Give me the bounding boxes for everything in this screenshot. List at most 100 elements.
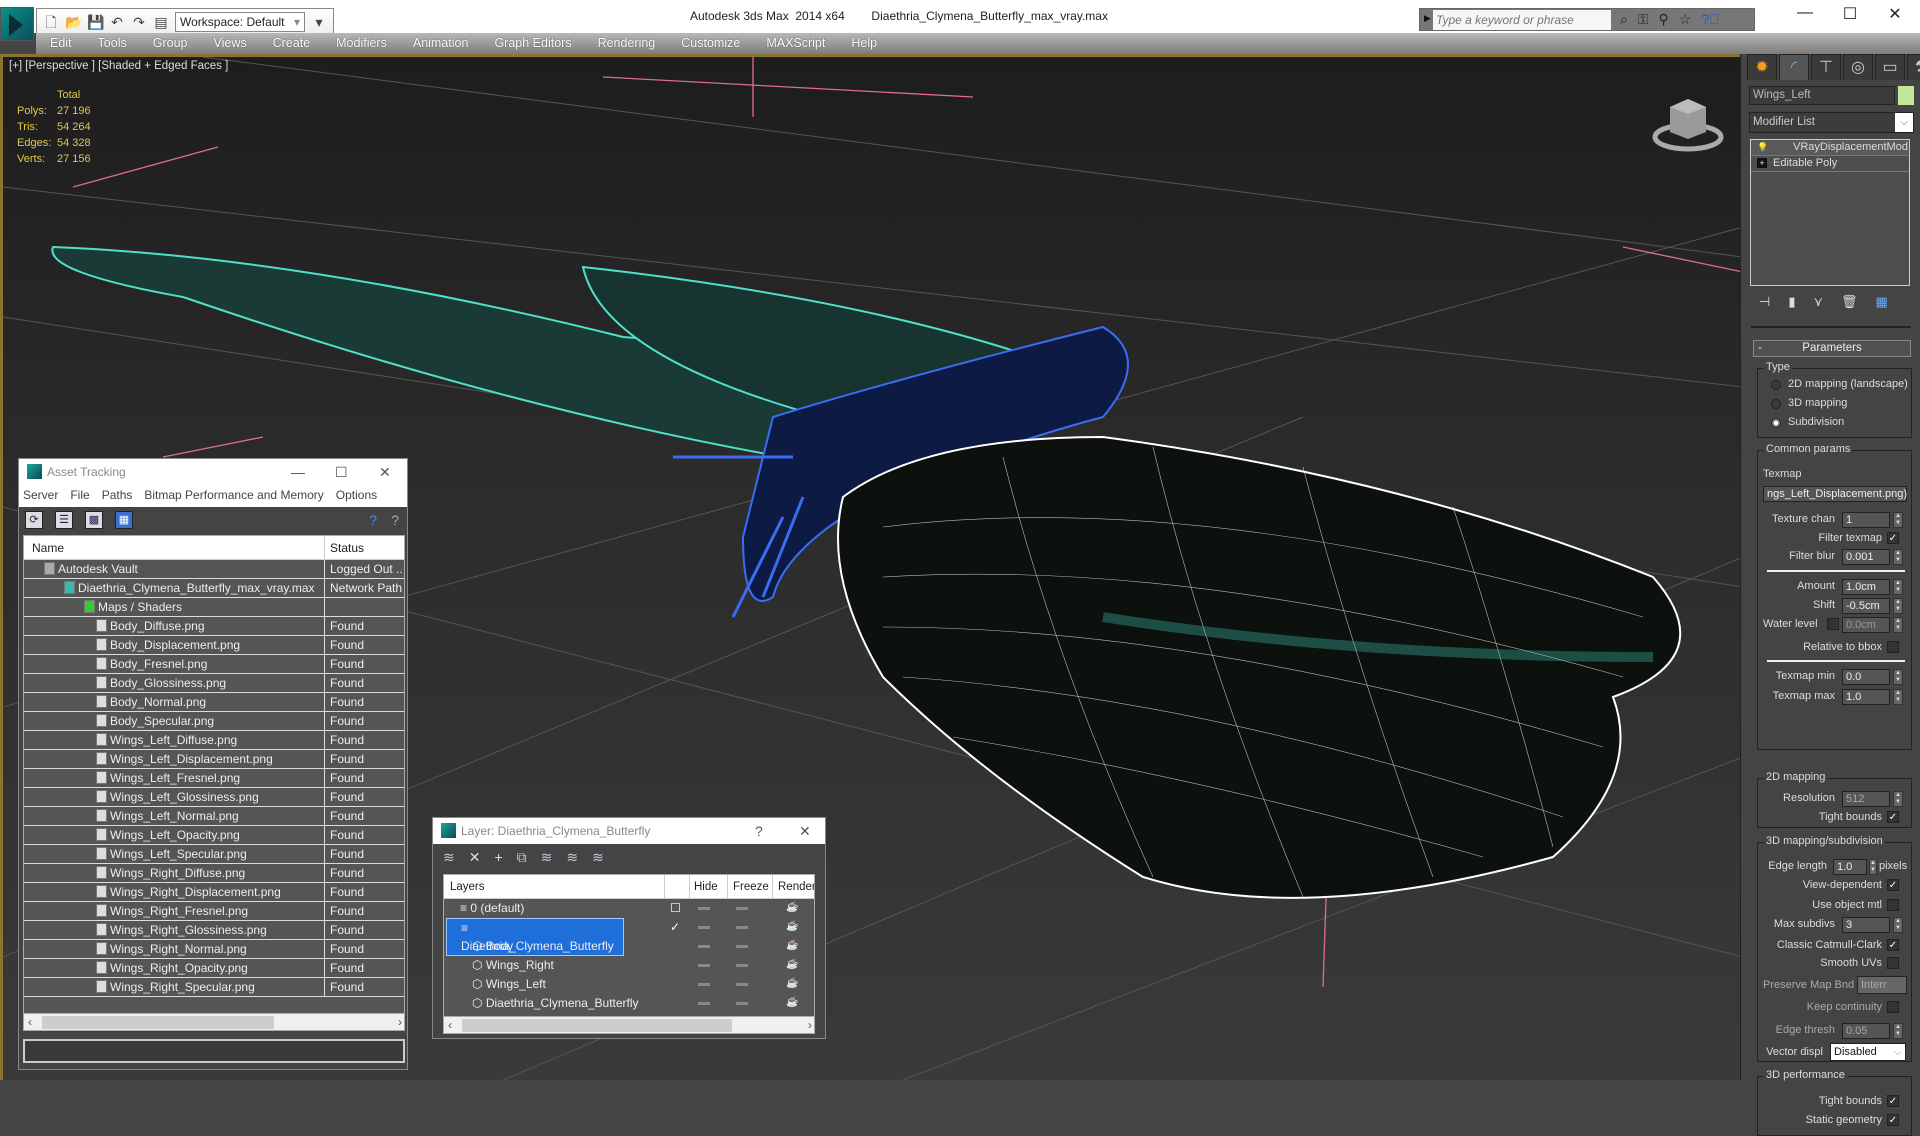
menu-customize[interactable]: Customize (667, 33, 752, 54)
menu-bitmap-performance[interactable]: Bitmap Performance and Memory (144, 485, 323, 507)
show-end-result-icon[interactable]: ▮ (1788, 294, 1795, 310)
column-hide[interactable]: Hide (689, 875, 727, 899)
menu-file[interactable]: File (70, 485, 89, 507)
scroll-left-icon[interactable]: ‹ (28, 1014, 32, 1030)
render-teapot-icon[interactable]: ☕ (786, 994, 798, 1012)
table-row[interactable]: Body_Specular.png Found (24, 712, 404, 731)
vector-displ-dropdown[interactable]: Disabled ⌵ (1830, 1043, 1906, 1061)
freeze-toggle[interactable] (736, 945, 748, 948)
column-name[interactable]: Name (24, 541, 64, 555)
table-row[interactable]: Wings_Right_Fresnel.png Found (24, 902, 404, 921)
water-level-field[interactable]: 0.0cm (1842, 617, 1890, 633)
shift-field[interactable]: -0.5cm (1842, 598, 1890, 614)
scroll-thumb[interactable] (42, 1016, 274, 1029)
radio-subdivision[interactable] (1771, 418, 1781, 428)
object-name-field[interactable]: Wings_Left (1749, 86, 1895, 105)
scroll-left-icon[interactable]: ‹ (448, 1017, 452, 1033)
help-button[interactable]: ? (755, 818, 763, 844)
expand-arrow-icon[interactable]: ▶ (1424, 13, 1431, 24)
menu-animation[interactable]: Animation (399, 33, 481, 54)
table-row[interactable]: Wings_Left_Fresnel.png Found (24, 769, 404, 788)
modifier-list-dropdown[interactable]: Modifier List ⌵ (1749, 112, 1914, 133)
texture-chan-field[interactable]: 1 (1842, 512, 1890, 528)
table-row[interactable]: Wings_Left_Diffuse.png Found (24, 731, 404, 750)
use-object-mtl-checkbox[interactable] (1887, 899, 1899, 911)
render-teapot-icon[interactable]: ☕ (786, 918, 798, 936)
table-row[interactable]: Wings_Left_Specular.png Found (24, 845, 404, 864)
redo-icon[interactable]: ↷ (131, 14, 147, 30)
layer-row[interactable]: ≡ 0 (default) ☐ ☕ (444, 899, 814, 918)
edge-thresh-field[interactable]: 0.05 (1842, 1023, 1890, 1039)
stack-item[interactable]: + Editable Poly (1751, 156, 1909, 172)
table-row[interactable]: Wings_Left_Glossiness.png Found (24, 788, 404, 807)
spinner[interactable]: ▲ ▼ (1893, 617, 1903, 633)
table-row[interactable]: Wings_Right_Displacement.png Found (24, 883, 404, 902)
maximize-button[interactable]: ☐ (1835, 4, 1865, 24)
edge-length-field[interactable]: 1.0 (1833, 859, 1867, 875)
column-layers[interactable]: Layers (450, 875, 485, 899)
column-status[interactable]: Status (324, 536, 404, 559)
freeze-toggle[interactable] (736, 983, 748, 986)
render-teapot-icon[interactable]: ☕ (786, 899, 798, 917)
texmap-button[interactable]: ngs_Left_Displacement.png) (1763, 486, 1907, 502)
modify-tab-icon[interactable]: ◜ (1779, 54, 1809, 80)
column-render[interactable]: Render (772, 875, 814, 899)
object-row[interactable]: ⬡ Wings_Left ☕ (444, 975, 814, 994)
spinner[interactable]: ▲ ▼ (1893, 689, 1903, 705)
menu-rendering[interactable]: Rendering (584, 33, 668, 54)
texmap-min-field[interactable]: 0.0 (1842, 669, 1890, 685)
spinner[interactable]: ▲ ▼ (1893, 791, 1903, 807)
undo-icon[interactable]: ↶ (109, 14, 125, 30)
table-row[interactable]: Wings_Right_Specular.png Found (24, 978, 404, 997)
lightbulb-icon[interactable]: 💡 (1757, 142, 1768, 152)
freeze-toggle[interactable] (736, 1002, 748, 1005)
table-row[interactable]: Body_Fresnel.png Found (24, 655, 404, 674)
current-layer-check-icon[interactable]: ✓ (670, 918, 680, 936)
table-row[interactable]: Wings_Left_Opacity.png Found (24, 826, 404, 845)
table-row[interactable]: Body_Diffuse.png Found (24, 617, 404, 636)
scroll-right-icon[interactable]: › (398, 1014, 402, 1030)
spinner[interactable]: ▲ ▼ (1893, 1023, 1903, 1039)
hide-toggle[interactable] (698, 1002, 710, 1005)
app-menu-icon[interactable] (0, 7, 34, 41)
dialog-title-bar[interactable]: Asset Tracking — ☐ ✕ (19, 459, 407, 485)
tight-bounds-2d-checkbox[interactable]: ✓ (1887, 811, 1899, 823)
table-row[interactable]: Wings_Right_Glossiness.png Found (24, 921, 404, 940)
water-level-checkbox[interactable] (1827, 618, 1839, 630)
render-teapot-icon[interactable]: ☕ (786, 956, 798, 974)
radio-2d-mapping[interactable] (1771, 380, 1781, 390)
expand-plus-icon[interactable]: + (1757, 158, 1767, 168)
parameters-rollout-header[interactable]: - Parameters (1753, 340, 1911, 357)
workspace-dropdown[interactable]: Workspace: Default (175, 11, 305, 32)
table-row[interactable]: Autodesk Vault Logged Out .. (24, 560, 404, 579)
configure-modifier-sets-icon[interactable]: ▦ (1876, 294, 1888, 310)
project-folder-icon[interactable]: ▤ (153, 14, 169, 30)
menu-edit[interactable]: Edit (36, 33, 84, 54)
table-row[interactable]: Diaethria_Clymena_Butterfly_max_vray.max… (24, 579, 404, 598)
table-row[interactable]: Wings_Right_Normal.png Found (24, 940, 404, 959)
object-color-swatch[interactable] (1898, 86, 1914, 105)
view-dependent-checkbox[interactable]: ✓ (1887, 879, 1899, 891)
select-objects-icon[interactable]: ⧉ (517, 849, 527, 866)
scroll-right-icon[interactable]: › (808, 1017, 812, 1033)
make-unique-icon[interactable]: ⋎ (1813, 294, 1823, 310)
help-icon[interactable]: ?⃝ (1701, 11, 1719, 28)
menu-help[interactable]: Help (837, 33, 889, 54)
table-row[interactable]: Wings_Right_Diffuse.png Found (24, 864, 404, 883)
menu-group[interactable]: Group (139, 33, 200, 54)
pin-stack-icon[interactable]: ⊣ (1759, 294, 1770, 310)
hide-toggle[interactable] (698, 926, 710, 929)
search-input[interactable] (1433, 10, 1611, 30)
render-teapot-icon[interactable]: ☕ (786, 975, 798, 993)
hide-toggle[interactable] (698, 964, 710, 967)
table-row[interactable]: Body_Displacement.png Found (24, 636, 404, 655)
spinner[interactable]: ▲ ▼ (1893, 598, 1903, 614)
menu-graph-editors[interactable]: Graph Editors (480, 33, 583, 54)
spinner[interactable]: ▲ ▼ (1893, 579, 1903, 595)
dialog-title-bar[interactable]: Layer: Diaethria_Clymena_Butterfly ? ✕ (433, 818, 825, 844)
spinner[interactable]: ▲ ▼ (1893, 512, 1903, 528)
path-field[interactable] (23, 1039, 405, 1063)
add-to-layer-icon[interactable]: + (494, 849, 502, 865)
minimize-button[interactable]: — (291, 459, 305, 485)
new-file-icon[interactable]: 🗋 (43, 14, 59, 30)
